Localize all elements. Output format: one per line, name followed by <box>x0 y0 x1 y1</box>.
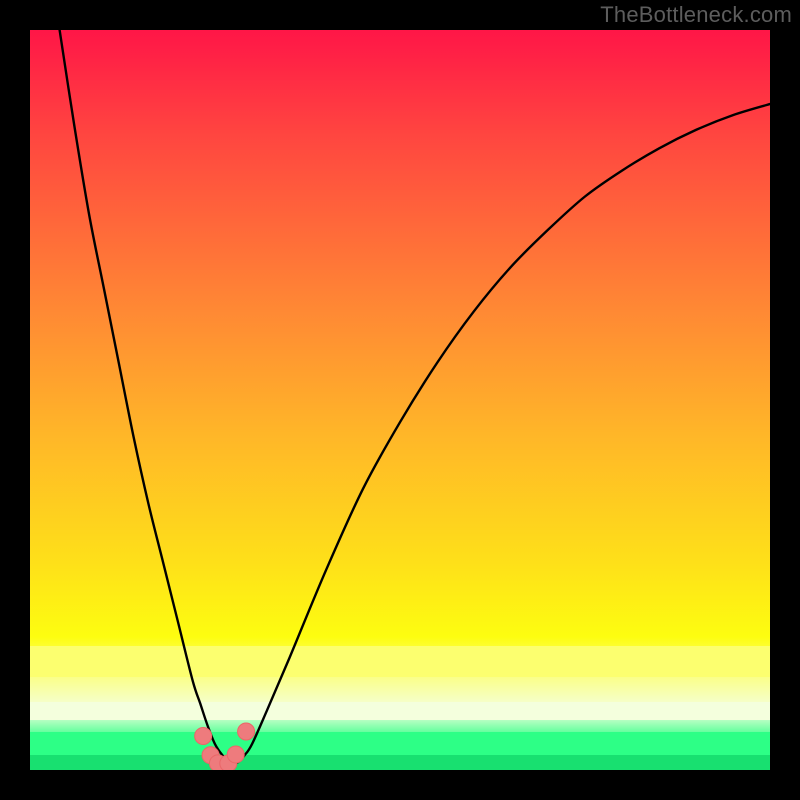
chart-frame: TheBottleneck.com <box>0 0 800 800</box>
marker-dot <box>227 746 244 763</box>
marker-dot <box>238 723 255 740</box>
highlight-markers <box>195 723 255 770</box>
curve-layer <box>30 30 770 770</box>
watermark-text: TheBottleneck.com <box>600 2 792 28</box>
plot-area <box>30 30 770 770</box>
bottleneck-curve <box>60 30 770 764</box>
marker-dot <box>195 727 212 744</box>
